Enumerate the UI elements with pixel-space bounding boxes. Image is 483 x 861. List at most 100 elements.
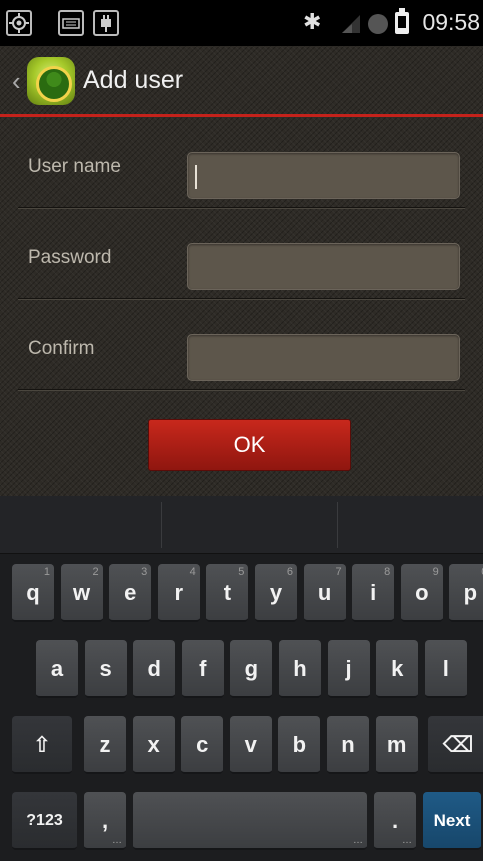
key-x-label: x <box>147 732 160 757</box>
action-bar: ‹ Add user <box>0 46 483 117</box>
usb-icon <box>93 10 119 36</box>
key-g-label: g <box>244 656 259 681</box>
key-number-hint: 2 <box>92 566 99 578</box>
key-h[interactable]: h <box>279 640 321 698</box>
key-s-label: s <box>99 656 112 681</box>
key-v[interactable]: v <box>229 716 272 774</box>
gps-icon <box>6 10 32 36</box>
key-n-label: n <box>341 732 355 757</box>
next-key-label: Next <box>433 811 471 830</box>
keyboard-icon <box>58 10 84 36</box>
key-m-label: m <box>386 732 407 757</box>
add-user-screen: ‹ Add user User name Password Confirm OK <box>0 46 483 496</box>
symbols-key[interactable]: ?123 <box>12 792 77 850</box>
suggestion-divider <box>337 502 338 548</box>
key-number-hint: 4 <box>189 566 196 578</box>
key-e-label: e <box>124 580 137 605</box>
key-m[interactable]: m <box>375 716 418 774</box>
key-b[interactable]: b <box>278 716 321 774</box>
key-s[interactable]: s <box>84 640 127 698</box>
comma-key[interactable]: ,… <box>84 792 126 850</box>
key-f[interactable]: f <box>181 640 224 698</box>
key-t[interactable]: t5 <box>206 564 249 622</box>
confirm-password-field[interactable] <box>187 334 460 381</box>
key-n[interactable]: n <box>327 716 369 774</box>
key-w-label: w <box>73 580 91 605</box>
key-y-label: y <box>269 580 283 605</box>
key-j-label: j <box>345 656 352 681</box>
key-i-label: i <box>370 580 377 605</box>
key-z-label: z <box>99 732 111 757</box>
password-field[interactable] <box>187 243 460 290</box>
more-options-indicator: … <box>353 835 363 846</box>
key-a[interactable]: a <box>36 640 78 698</box>
next-key[interactable]: Next <box>423 792 481 850</box>
app-logo-icon[interactable] <box>27 57 75 105</box>
spacebar[interactable]: … <box>133 792 367 850</box>
key-r[interactable]: r4 <box>157 564 200 622</box>
more-options-indicator: … <box>112 835 122 846</box>
text-cursor <box>195 165 197 189</box>
key-h-label: h <box>293 656 307 681</box>
ok-button[interactable]: OK <box>148 419 351 471</box>
period-key-label: . <box>391 808 399 833</box>
key-c[interactable]: c <box>181 716 224 774</box>
key-number-hint: 3 <box>141 566 148 578</box>
key-u[interactable]: u7 <box>303 564 346 622</box>
key-k-label: k <box>391 656 404 681</box>
symbols-key-label: ?123 <box>26 812 63 829</box>
key-t-label: t <box>223 580 232 605</box>
shift-key[interactable]: ⇧ <box>12 716 72 774</box>
backspace-key[interactable]: ⌫ <box>428 716 483 774</box>
username-label: User name <box>28 156 121 177</box>
key-l-label: l <box>442 656 449 681</box>
key-g[interactable]: g <box>230 640 273 698</box>
key-z[interactable]: z <box>84 716 126 774</box>
key-d-label: d <box>147 656 161 681</box>
password-label: Password <box>28 247 112 268</box>
key-y[interactable]: y6 <box>255 564 297 622</box>
confirm-label: Confirm <box>28 338 95 359</box>
bluetooth-icon: ✱ <box>303 9 322 34</box>
key-k[interactable]: k <box>376 640 419 698</box>
battery-icon <box>395 8 409 34</box>
key-u-label: u <box>317 580 332 605</box>
key-p[interactable]: p0 <box>449 564 483 622</box>
key-o[interactable]: o9 <box>400 564 443 622</box>
key-a-label: a <box>50 656 64 681</box>
clock: 09:58 <box>422 9 480 35</box>
suggestion-strip <box>0 496 483 554</box>
shift-key-label: ⇧ <box>32 732 52 757</box>
key-number-hint: 9 <box>432 566 439 578</box>
page-title: Add user <box>83 66 184 94</box>
key-f-label: f <box>199 656 207 681</box>
key-x[interactable]: x <box>132 716 175 774</box>
key-p-label: p <box>463 580 478 605</box>
key-q[interactable]: q1 <box>12 564 54 622</box>
key-number-hint: 6 <box>286 566 293 578</box>
password-row: Password <box>0 208 483 299</box>
key-c-label: c <box>196 732 209 757</box>
key-r-label: r <box>174 580 184 605</box>
confirm-row: Confirm <box>0 299 483 390</box>
key-w[interactable]: w2 <box>60 564 103 622</box>
soft-keyboard: q1w2e3r4t5y6u7i8o9p0asdfghjkl⇧zxcvbnm⌫?1… <box>0 496 483 861</box>
key-number-hint: 5 <box>238 566 245 578</box>
status-bar: ✱ 09:58 <box>0 0 483 46</box>
key-l[interactable]: l <box>424 640 467 698</box>
key-q-label: q <box>26 580 40 605</box>
username-row: User name <box>0 117 483 208</box>
username-field[interactable] <box>187 152 460 199</box>
signal-icon <box>342 15 360 33</box>
back-chevron-icon[interactable]: ‹ <box>12 66 21 97</box>
key-b-label: b <box>292 732 307 757</box>
key-i[interactable]: i8 <box>352 564 395 622</box>
key-j[interactable]: j <box>327 640 370 698</box>
period-key[interactable]: .… <box>374 792 416 850</box>
backspace-key-label: ⌫ <box>442 732 474 757</box>
key-d[interactable]: d <box>133 640 176 698</box>
sync-icon <box>368 14 388 34</box>
key-number-hint: 8 <box>384 566 391 578</box>
key-number-hint: 1 <box>43 566 50 578</box>
key-e[interactable]: e3 <box>109 564 152 622</box>
